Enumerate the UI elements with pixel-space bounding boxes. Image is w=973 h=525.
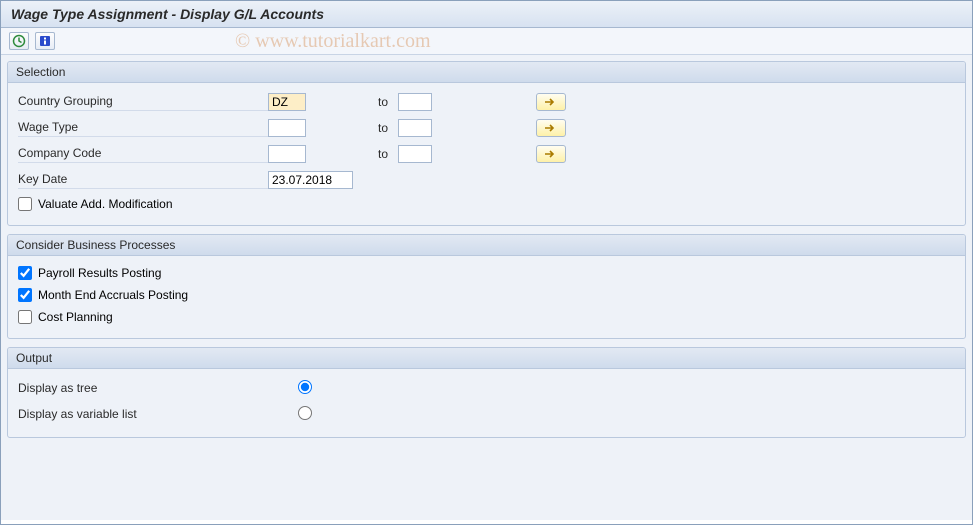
info-button[interactable] bbox=[35, 32, 55, 50]
display-list-label: Display as variable list bbox=[18, 407, 268, 421]
arrow-right-icon bbox=[544, 149, 558, 159]
to-label: to bbox=[378, 121, 388, 135]
payroll-checkbox[interactable] bbox=[18, 266, 32, 280]
processes-group: Consider Business Processes Payroll Resu… bbox=[7, 234, 966, 339]
output-group: Output Display as tree Display as variab… bbox=[7, 347, 966, 438]
monthend-checkbox[interactable] bbox=[18, 288, 32, 302]
country-grouping-label: Country Grouping bbox=[18, 94, 268, 111]
monthend-label: Month End Accruals Posting bbox=[38, 288, 188, 302]
key-date-label: Key Date bbox=[18, 172, 268, 189]
country-grouping-from-input[interactable] bbox=[268, 93, 306, 111]
selection-group: Selection Country Grouping to Wage Type bbox=[7, 61, 966, 226]
cost-label: Cost Planning bbox=[38, 310, 113, 324]
clock-execute-icon bbox=[12, 34, 26, 48]
wage-type-from-input[interactable] bbox=[268, 119, 306, 137]
display-tree-radio[interactable] bbox=[298, 380, 312, 394]
country-grouping-to-input[interactable] bbox=[398, 93, 432, 111]
output-title: Output bbox=[8, 348, 965, 369]
to-label: to bbox=[378, 95, 388, 109]
info-icon bbox=[38, 34, 52, 48]
valuate-label: Valuate Add. Modification bbox=[38, 197, 173, 211]
company-code-range-button[interactable] bbox=[536, 145, 566, 163]
display-tree-label: Display as tree bbox=[18, 381, 268, 395]
display-list-radio[interactable] bbox=[298, 406, 312, 420]
wage-type-label: Wage Type bbox=[18, 120, 268, 137]
content-area: Selection Country Grouping to Wage Type bbox=[1, 55, 972, 520]
arrow-right-icon bbox=[544, 97, 558, 107]
company-code-from-input[interactable] bbox=[268, 145, 306, 163]
execute-button[interactable] bbox=[9, 32, 29, 50]
arrow-right-icon bbox=[544, 123, 558, 133]
selection-title: Selection bbox=[8, 62, 965, 83]
country-grouping-range-button[interactable] bbox=[536, 93, 566, 111]
to-label: to bbox=[378, 147, 388, 161]
valuate-checkbox[interactable] bbox=[18, 197, 32, 211]
page-title: Wage Type Assignment - Display G/L Accou… bbox=[1, 1, 972, 28]
key-date-input[interactable] bbox=[268, 171, 353, 189]
payroll-label: Payroll Results Posting bbox=[38, 266, 161, 280]
company-code-label: Company Code bbox=[18, 146, 268, 163]
company-code-to-input[interactable] bbox=[398, 145, 432, 163]
cost-checkbox[interactable] bbox=[18, 310, 32, 324]
toolbar bbox=[1, 28, 972, 55]
processes-title: Consider Business Processes bbox=[8, 235, 965, 256]
wage-type-to-input[interactable] bbox=[398, 119, 432, 137]
wage-type-range-button[interactable] bbox=[536, 119, 566, 137]
